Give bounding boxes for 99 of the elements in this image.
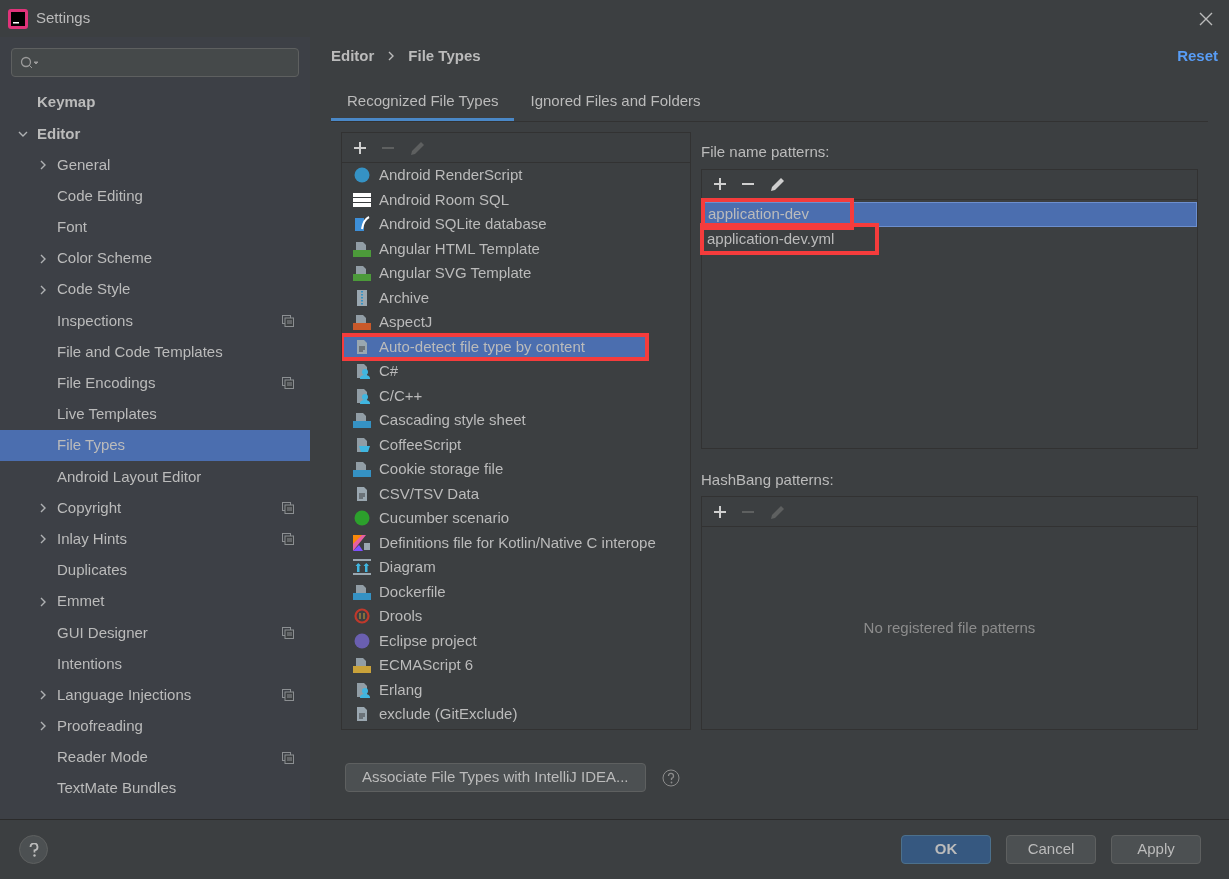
circle-icon [354,632,370,649]
document-icon [354,338,370,355]
copy-icon [282,751,294,764]
circle-icon [354,167,370,184]
file-type-item[interactable]: Definitions file for Kotlin/Native C interope [342,530,690,555]
help-icon[interactable] [661,768,680,787]
sidebar-item[interactable]: TextMate Bundles [0,773,310,805]
file-type-item[interactable]: Diagram [342,555,690,580]
sidebar-item[interactable]: Reader Mode [0,741,310,774]
tab[interactable]: Ignored Files and Folders [514,84,717,121]
file-person-icon [354,681,370,698]
file-type-item[interactable]: Drools [342,604,690,629]
file-badge-icon [353,657,371,674]
app-logo-icon [8,8,28,29]
circle-icon [354,510,370,527]
file-type-item[interactable]: C/C++ [342,383,690,408]
file-type-item[interactable]: CoffeeScript [342,432,690,457]
reset-link[interactable]: Reset [1177,44,1218,68]
copy-icon [282,533,294,546]
copy-icon [282,626,294,639]
file-badge-icon [353,314,371,331]
file-badge-icon [353,240,371,257]
sidebar-item[interactable]: Duplicates [0,554,310,586]
add-icon[interactable] [714,178,726,190]
file-badge-icon [353,583,371,600]
question-icon [28,842,39,857]
document-icon [354,706,370,723]
file-type-item[interactable]: C# [342,359,690,384]
window-title: Settings [36,8,91,29]
file-type-item[interactable]: CSV/TSV Data [342,481,690,506]
breadcrumb-item[interactable]: Editor [331,44,375,68]
file-type-item[interactable]: Erlang [342,677,690,702]
copy-icon [282,377,294,390]
sidebar-item[interactable]: Inlay Hints [0,523,310,555]
file-type-item[interactable]: Dockerfile [342,579,690,604]
file-type-item[interactable]: AspectJ [342,310,690,335]
file-type-item[interactable]: Eclipse project [342,628,690,653]
file-cup-icon [354,436,370,453]
file-type-item[interactable]: Archive [342,285,690,310]
pattern-item[interactable]: application-dev.yml [702,226,1197,252]
diagram-icon [353,559,371,576]
file-type-item[interactable]: Angular SVG Template [342,261,690,286]
file-person-icon [354,387,370,404]
file-type-item[interactable]: ECMAScript 6 [342,653,690,678]
file-type-item[interactable]: Android SQLite database [342,212,690,237]
associate-button[interactable]: Associate File Types with IntelliJ IDEA... [345,763,646,792]
empty-message: No registered file patterns [863,617,1036,638]
sidebar-item[interactable]: General [0,149,310,181]
section-label: File name patterns: [701,142,831,162]
copy-icon [282,502,294,515]
file-badge-icon [353,461,371,478]
file-type-item[interactable]: Android RenderScript [342,163,690,188]
sidebar-item[interactable]: Live Templates [0,398,310,431]
copy-icon [282,314,294,327]
pencil-icon[interactable] [770,176,786,192]
file-type-item[interactable]: Android Room SQL [342,187,690,212]
file-type-item[interactable]: Cookie storage file [342,457,690,482]
document-icon [354,485,370,502]
sidebar-item[interactable]: Font [0,211,310,243]
sidebar-item[interactable]: Inspections [0,305,310,337]
bars-icon [353,191,371,208]
file-type-item[interactable]: exclude (GitExclude) [342,702,690,727]
dialog-button[interactable]: Apply [1111,835,1201,864]
help-button[interactable] [19,835,48,864]
add-icon[interactable] [714,505,726,518]
sidebar-item[interactable]: Code Editing [0,180,310,212]
file-type-item[interactable]: Cucumber scenario [342,506,690,531]
sidebar-item[interactable]: GUI Designer [0,617,310,649]
sidebar-item[interactable]: Code Style [0,274,310,306]
sidebar-item[interactable]: Language Injections [0,679,310,711]
sidebar-item[interactable]: Color Scheme [0,242,310,275]
sidebar-item[interactable]: Keymap [0,87,310,119]
file-type-item[interactable]: Cascading style sheet [342,408,690,433]
kotlin-file-icon [353,534,371,551]
search-field[interactable] [11,48,299,77]
archive-icon [354,289,370,306]
sidebar-item[interactable]: Proofreading [0,710,310,742]
file-type-item[interactable]: Angular HTML Template [342,236,690,261]
feather-icon [354,216,370,233]
sidebar-item[interactable]: File Encodings [0,367,310,399]
dialog-button[interactable]: Cancel [1006,835,1096,864]
ring-icon [354,608,370,625]
sidebar-item[interactable]: File and Code Templates [0,336,310,368]
search-icon [20,55,40,70]
sidebar-item[interactable]: Emmet [0,586,310,618]
sidebar-item[interactable]: Android Layout Editor [0,461,310,493]
section-label: HashBang patterns: [701,469,835,490]
file-badge-icon [353,265,371,282]
add-icon[interactable] [354,141,366,154]
tab[interactable]: Recognized File Types [331,84,515,121]
sidebar-item[interactable]: Copyright [0,492,310,524]
dialog-button[interactable]: OK [901,835,991,864]
breadcrumb-item: File Types [408,45,481,66]
file-person-icon [354,363,370,380]
sidebar-item[interactable]: Intentions [0,648,310,680]
sidebar-item[interactable]: Editor [0,118,310,150]
file-badge-icon [353,412,371,429]
close-icon[interactable] [1199,11,1213,26]
copy-icon [282,689,294,702]
